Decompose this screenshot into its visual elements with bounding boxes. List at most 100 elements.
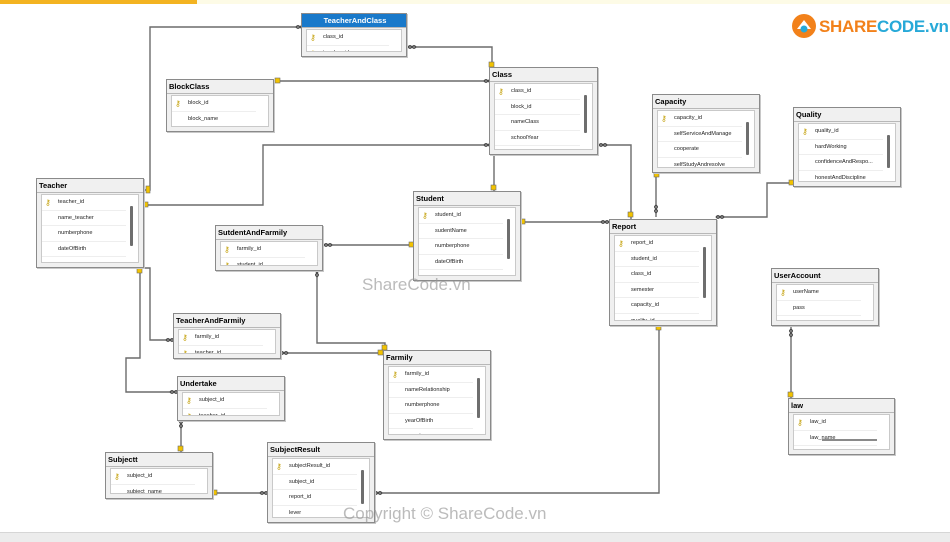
table-title[interactable]: Class — [490, 68, 597, 82]
table-title[interactable]: Farmily — [384, 351, 490, 365]
scrollbar[interactable] — [582, 87, 590, 146]
column-row[interactable]: yearOfBirth — [389, 414, 473, 429]
column-row[interactable]: ⚷ farmily_id — [179, 330, 263, 346]
column-row[interactable]: ⚷ law_id — [794, 415, 877, 431]
table-teacherandfarmily[interactable]: TeacherAndFarmily ⚷ farmily_id ⚷ teacher_id — [173, 313, 281, 359]
table-report[interactable]: Report ⚷ report_id student_id class_id semes… — [609, 219, 717, 326]
scrollbar[interactable] — [475, 370, 483, 431]
column-row[interactable]: ⚷ subjectResult_id — [273, 459, 357, 475]
scrollbar[interactable] — [701, 239, 709, 317]
table-title[interactable]: Subjectt — [106, 453, 212, 467]
column-row[interactable]: ⚷ teacher_id — [307, 46, 389, 52]
table-title[interactable]: Student — [414, 192, 520, 206]
column-row[interactable]: ⚷ class_id — [495, 84, 580, 100]
column-row[interactable]: schoolYear — [495, 131, 580, 146]
column-row[interactable]: semester — [615, 283, 699, 298]
column-row[interactable]: nameClass — [495, 115, 580, 131]
scrollbar-thumb[interactable] — [130, 206, 133, 246]
column-row[interactable]: sudentName — [419, 224, 503, 239]
table-title[interactable]: TeacherAndFarmily — [174, 314, 280, 328]
table-undertake[interactable]: Undertake ⚷ subject_id ⚷ teacher_id — [177, 376, 285, 421]
table-student[interactable]: Student ⚷ student_id sudentName numberphone… — [413, 191, 521, 281]
column-row[interactable]: dateOfBirth — [419, 255, 503, 270]
table-title[interactable]: UserAccount — [772, 269, 878, 283]
table-title[interactable]: Quality — [794, 108, 900, 122]
column-row[interactable]: ⚷ block_id — [172, 96, 256, 112]
column-row[interactable]: parent_name — [389, 429, 473, 434]
column-row[interactable]: capacity_id — [615, 298, 699, 314]
column-row[interactable]: ⚷ class_id — [307, 30, 389, 46]
column-row[interactable]: block_id — [495, 100, 580, 115]
scrollbar-thumb[interactable] — [746, 122, 749, 155]
column-row[interactable]: numberphone — [419, 239, 503, 255]
table-subjectt[interactable]: Subjectt ⚷ subject_id subject_name — [105, 452, 213, 499]
table-title[interactable]: SutdentAndFarmily — [216, 226, 322, 240]
table-title[interactable]: TeacherAndClass — [302, 14, 406, 28]
column-row[interactable]: ⚷ farmily_id — [221, 242, 305, 258]
table-title[interactable]: Undertake — [178, 377, 284, 391]
column-row[interactable]: ⚷ teacher_id — [183, 409, 267, 416]
scrollbar-thumb[interactable] — [584, 95, 587, 134]
scrollbar-thumb[interactable] — [703, 247, 706, 298]
column-row[interactable]: student_id — [615, 252, 699, 267]
column-row[interactable]: ⚷ farmily_id — [389, 367, 473, 383]
column-row[interactable]: ⚷ subject_id — [183, 393, 267, 409]
column-row[interactable]: quality_id — [615, 314, 699, 321]
table-title[interactable]: BlockClass — [167, 80, 273, 94]
table-capacity[interactable]: Capacity ⚷ capacity_id selfServiceAndManag… — [652, 94, 760, 173]
column-row[interactable]: ⚷ report_id — [615, 236, 699, 252]
primary-key-icon: ⚷ — [114, 472, 120, 481]
scrollbar[interactable] — [128, 198, 136, 259]
column-row[interactable]: subject_name — [111, 485, 195, 494]
column-row[interactable]: email — [777, 316, 861, 320]
scrollbar[interactable] — [505, 211, 513, 272]
column-row[interactable]: ⚷ student_id — [221, 258, 305, 266]
scrollbar-thumb[interactable] — [361, 470, 364, 504]
table-teacher[interactable]: Teacher ⚷ teacher_id name_teacher numberpho… — [36, 178, 144, 268]
table-teacherandclass[interactable]: TeacherAndClass ⚷ class_id ⚷ teacher_id — [301, 13, 407, 57]
column-row[interactable]: subject_id — [273, 475, 357, 490]
column-row[interactable]: selfStudyAndresolve — [658, 158, 742, 168]
table-farmily[interactable]: Farmily ⚷ farmily_id nameRelationship numbe… — [383, 350, 491, 440]
table-law[interactable]: law ⚷ law_id law_name — [788, 398, 895, 455]
scrollbar[interactable] — [744, 114, 752, 164]
table-title[interactable]: law — [789, 399, 894, 413]
table-useraccount[interactable]: UserAccount ⚷ userName pass email — [771, 268, 879, 326]
table-quality[interactable]: Quality ⚷ quality_id hardWorking confidence… — [793, 107, 901, 187]
column-row[interactable]: ⚷ student_id — [419, 208, 503, 224]
column-row[interactable]: sex — [42, 257, 126, 262]
table-title[interactable]: Capacity — [653, 95, 759, 109]
column-row[interactable]: cooperate — [658, 142, 742, 158]
column-row[interactable]: numberphone — [389, 398, 473, 414]
column-row[interactable]: name_teacher — [42, 211, 126, 226]
table-title[interactable]: Report — [610, 220, 716, 234]
column-row[interactable]: ⚷ teacher_id — [42, 195, 126, 211]
column-row[interactable]: ⚷ teacher_id — [179, 346, 263, 354]
column-row[interactable]: numberphone — [42, 226, 126, 242]
table-title[interactable]: SubjectResult — [268, 443, 374, 457]
scrollbar-thumb[interactable] — [887, 135, 890, 169]
table-title[interactable]: Teacher — [37, 179, 143, 193]
column-row[interactable]: hardWorking — [799, 140, 883, 155]
column-row[interactable]: ⚷ subject_id — [111, 469, 195, 485]
column-row[interactable]: nameRelationship — [389, 383, 473, 398]
column-row[interactable]: ⚷ quality_id — [799, 124, 883, 140]
scrollbar-thumb[interactable] — [507, 219, 510, 259]
column-row[interactable]: block_name — [172, 112, 256, 127]
column-name: subject_id — [127, 473, 153, 479]
scrollbar[interactable] — [885, 127, 893, 178]
column-row[interactable]: ⚷ userName — [777, 285, 861, 301]
column-row[interactable]: dateOfBirth — [42, 242, 126, 257]
column-row[interactable]: ⚷ capacity_id — [658, 111, 742, 127]
column-row[interactable]: class_id — [615, 267, 699, 283]
column-row[interactable]: honestAndDiscipline — [799, 171, 883, 182]
table-class[interactable]: Class ⚷ class_id block_id nameClass schoolYe… — [489, 67, 598, 155]
resize-grip[interactable] — [822, 439, 877, 441]
column-row[interactable]: teacher_id — [495, 146, 580, 149]
table-sutdentandfarmily[interactable]: SutdentAndFarmily ⚷ farmily_id ⚷ student_id — [215, 225, 323, 271]
scrollbar-thumb[interactable] — [477, 378, 480, 418]
column-row[interactable]: pass — [777, 301, 861, 316]
column-row[interactable]: selfServiceAndManage — [658, 127, 742, 142]
column-row[interactable]: confidenceAndRespo... — [799, 155, 883, 171]
table-blockclass[interactable]: BlockClass ⚷ block_id block_name — [166, 79, 274, 132]
